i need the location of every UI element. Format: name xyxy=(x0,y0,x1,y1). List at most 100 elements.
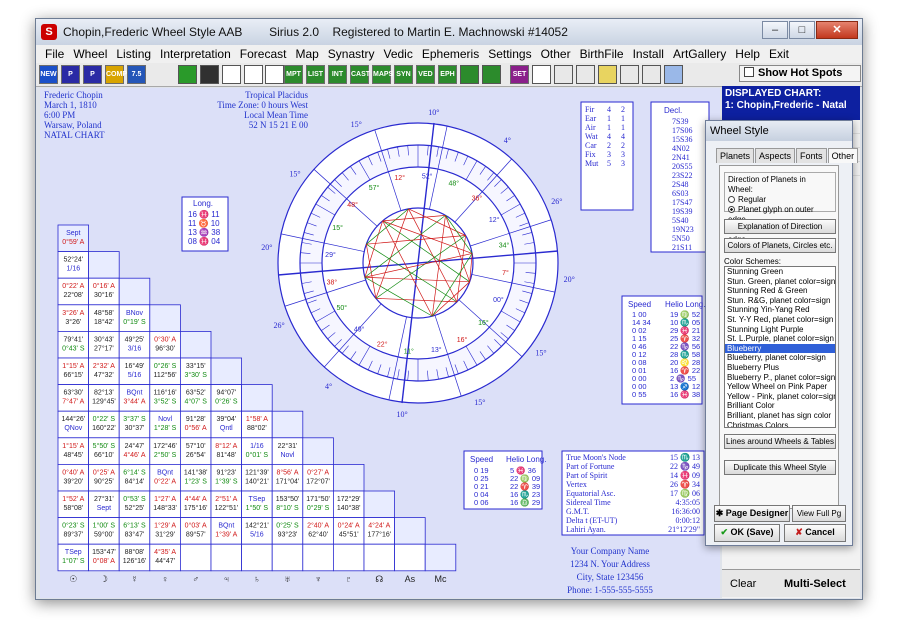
calendar-icon[interactable] xyxy=(554,65,573,84)
menu-file[interactable]: File xyxy=(45,47,64,61)
wheel-icon[interactable] xyxy=(460,65,479,84)
displayed-chart-panel[interactable]: DISPLAYED CHART: 1: Chopin,Frederic - Na… xyxy=(722,86,860,120)
aspect-grid-cell[interactable] xyxy=(210,543,243,572)
menu-install[interactable]: Install xyxy=(633,47,664,61)
menu-artgallery[interactable]: ArtGallery xyxy=(673,47,726,61)
scheme-item[interactable]: Stunning Red & Green xyxy=(725,286,835,296)
tab-other[interactable]: Other xyxy=(827,148,859,163)
menu-wheel[interactable]: Wheel xyxy=(73,47,107,61)
aspect-grid-cell[interactable] xyxy=(424,543,457,572)
aspect-grid-cell[interactable] xyxy=(394,543,426,572)
aspect-grid-cell[interactable] xyxy=(271,543,304,572)
toolbar-button-7[interactable]: INT xyxy=(328,65,347,84)
natal-wheel[interactable]: 10° 4° 26° 20° 15° 15° 10° 4° 26° 20° 15° 15° 57° 12°… xyxy=(261,108,575,419)
menu-interpretation[interactable]: Interpretation xyxy=(160,47,231,61)
scheme-item[interactable]: Stun. R&G, planet color=sign xyxy=(725,296,835,306)
aspect-grid-cell[interactable] xyxy=(363,490,396,519)
close-button[interactable]: ✕ xyxy=(816,21,858,39)
scheme-item[interactable]: Blueberry Plus xyxy=(725,363,835,373)
scheme-item[interactable]: St. Y-Y Red, planet color=sign xyxy=(725,315,835,325)
scheme-item[interactable]: Stunning Light Purple xyxy=(725,325,835,335)
toolbar-button-13[interactable]: SET xyxy=(510,65,529,84)
show-hot-spots-checkbox[interactable]: Show Hot Spots xyxy=(739,65,861,82)
toolbar-button-6[interactable]: LIST xyxy=(306,65,325,84)
view-full-page-button[interactable]: View Full Pg xyxy=(792,505,846,522)
menu-vedic[interactable]: Vedic xyxy=(383,47,412,61)
aspect-grid-cell[interactable] xyxy=(179,330,212,359)
toolbar-button-0[interactable]: NEW xyxy=(39,65,58,84)
scheme-item[interactable]: Yellow Wheel on Pink Paper xyxy=(725,382,835,392)
explanation-button[interactable]: Explanation of Direction xyxy=(724,219,836,234)
colors-button[interactable]: Colors of Planets, Circles etc. xyxy=(724,238,836,253)
menu-listing[interactable]: Listing xyxy=(116,47,151,61)
zoom-in-icon[interactable] xyxy=(664,65,683,84)
save-icon[interactable] xyxy=(200,65,219,84)
title-bar[interactable]: S Chopin,Frederic Wheel Style AAB Sirius… xyxy=(36,19,862,45)
book-icon[interactable] xyxy=(642,65,661,84)
cancel-button[interactable]: ✘ Cancel xyxy=(784,524,846,542)
aspect-grid-cell[interactable] xyxy=(88,251,120,279)
menu-synastry[interactable]: Synastry xyxy=(328,47,375,61)
scheme-item[interactable]: Christmas Colors xyxy=(725,421,835,428)
scheme-item[interactable]: Blueberry xyxy=(725,343,835,354)
aspect-grid-cell[interactable] xyxy=(241,543,273,572)
menu-exit[interactable]: Exit xyxy=(769,47,789,61)
page-designer-button[interactable]: ✱ Page Designer xyxy=(714,505,790,522)
dialog-title[interactable]: Wheel Style xyxy=(706,121,852,141)
toolbar-button-12[interactable]: EPH xyxy=(438,65,457,84)
aspect-grid-cell[interactable] xyxy=(363,543,396,572)
scheme-item[interactable]: Yellow - Pink, planet color=sign xyxy=(725,392,835,402)
clock-icon[interactable] xyxy=(532,65,551,84)
radio-regular[interactable]: Regular xyxy=(728,195,832,205)
menu-map[interactable]: Map xyxy=(295,47,318,61)
scheme-item[interactable]: Stunning Green xyxy=(725,267,835,277)
scheme-item[interactable]: Stunning Yin-Yang Red xyxy=(725,305,835,315)
duplicate-style-button[interactable]: Duplicate this Wheel Style xyxy=(724,460,836,475)
menu-help[interactable]: Help xyxy=(735,47,760,61)
aspect-grid-cell[interactable] xyxy=(302,543,334,572)
chart-canvas[interactable]: 10° 4° 26° 20° 15° 15° 10° 4° 26° 20° 15° 15° 57° 12°… xyxy=(40,88,720,599)
maximize-button[interactable]: □ xyxy=(789,21,815,39)
tab-aspects[interactable]: Aspects xyxy=(755,148,796,163)
scheme-item[interactable]: Stun. Green, planet color=sign xyxy=(725,277,835,287)
toolbar-button-2[interactable]: P xyxy=(83,65,102,84)
aspect-grid-cell[interactable] xyxy=(302,437,334,465)
tab-planets[interactable]: Planets xyxy=(716,148,755,163)
aspect-grid-cell[interactable] xyxy=(394,517,426,545)
toolbar-button-5[interactable]: MPT xyxy=(284,65,303,84)
toolbar-button-10[interactable]: SYN xyxy=(394,65,413,84)
aspect-grid-cell[interactable] xyxy=(149,304,181,332)
toolbar-button-3[interactable]: COMP xyxy=(105,65,127,84)
menu-other[interactable]: Other xyxy=(541,47,571,61)
scheme-item[interactable]: Brilliant, planet has sign color xyxy=(725,411,835,421)
printer-icon[interactable] xyxy=(222,65,241,84)
help-icon[interactable] xyxy=(598,65,617,84)
wheel-2-icon[interactable] xyxy=(482,65,501,84)
email-icon[interactable] xyxy=(265,65,284,84)
aspect-grid-cell[interactable] xyxy=(210,357,243,386)
toolbar-button-9[interactable]: MAPS xyxy=(372,65,393,84)
ok-save-button[interactable]: ✔ OK (Save) xyxy=(714,524,780,542)
scheme-item[interactable]: St. L.Purple, planet color=sign xyxy=(725,334,835,344)
toolbar-button-8[interactable]: CAST xyxy=(350,65,370,84)
color-schemes-list[interactable]: Stunning Green Stun. Green, planet color=… xyxy=(724,266,836,428)
aspect-grid-cell[interactable] xyxy=(179,543,212,572)
scheme-item[interactable]: Blueberry P., planet color=sign xyxy=(725,373,835,383)
menu-ephemeris[interactable]: Ephemeris xyxy=(422,47,479,61)
aspect-grid-cell[interactable] xyxy=(332,463,365,492)
aspect-grid-cell[interactable] xyxy=(332,543,365,572)
clear-button[interactable]: Clear xyxy=(730,578,756,590)
toolbar-button-1[interactable]: P xyxy=(61,65,80,84)
toolbar-button-11[interactable]: VED xyxy=(416,65,435,84)
aspect-grid-cell[interactable] xyxy=(271,410,304,439)
minimize-button[interactable]: – xyxy=(762,21,788,39)
file-icon[interactable] xyxy=(620,65,639,84)
scheme-item[interactable]: Blueberry, planet color=sign xyxy=(725,353,835,363)
lines-button[interactable]: Lines around Wheels & Tables xyxy=(724,434,836,449)
open-folder-icon[interactable] xyxy=(178,65,197,84)
aspect-grid-cell[interactable] xyxy=(241,384,273,412)
aspect-grid-cell[interactable] xyxy=(118,277,151,306)
scheme-item[interactable]: Brilliant Color xyxy=(725,401,835,411)
menu-forecast[interactable]: Forecast xyxy=(240,47,287,61)
globe-icon[interactable] xyxy=(576,65,595,84)
